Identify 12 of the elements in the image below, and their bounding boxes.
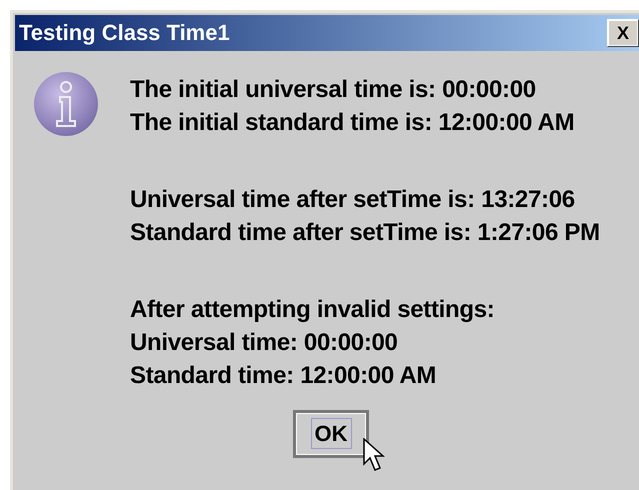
window-title: Testing Class Time1 (19, 20, 231, 46)
pointer-icon (363, 438, 385, 472)
ok-button[interactable]: OK (293, 410, 369, 458)
message-text: Universal time after setTime is: 13:27:06 (130, 185, 576, 215)
message-text: Standard time: 12:00:00 AM (130, 361, 438, 391)
message-text: The initial universal time is: 00:00:00 (130, 75, 537, 105)
message-text: Standard time after setTime is: 1:27:06 PM (130, 218, 600, 248)
info-icon (33, 71, 99, 137)
message-text: Universal time: 00:00:00 (130, 328, 399, 358)
message-text: The initial standard time is: 12:00:00 AM (130, 108, 576, 138)
close-button[interactable]: X (607, 19, 639, 47)
message-text: After attempting invalid settings: (130, 295, 496, 325)
